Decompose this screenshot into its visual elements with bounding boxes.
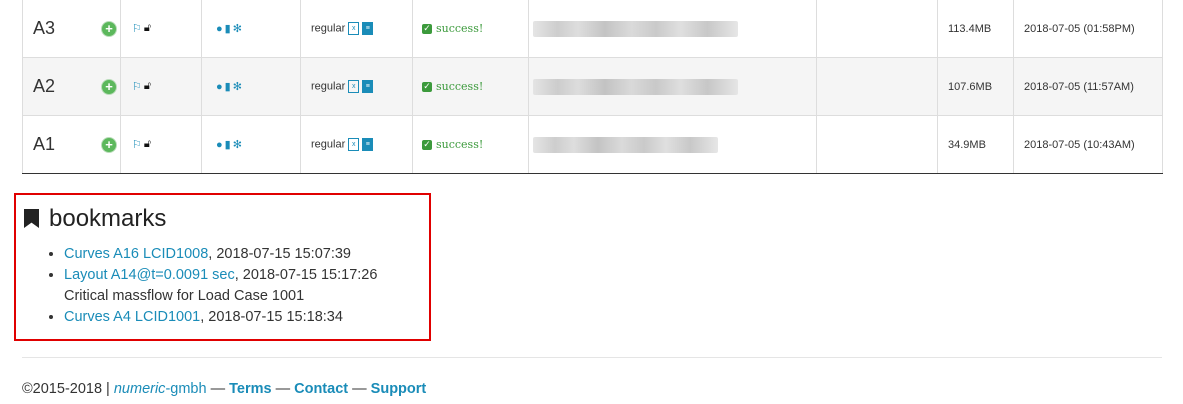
bookmark-timestamp: , 2018-07-15 15:07:39 [208, 246, 351, 262]
cogs-icon[interactable]: ✻ [233, 80, 242, 93]
table-row: A2 + ⚐ 🔓︎ ● ▮ ✻ regular x ≡ ✓ success! 107.6MB … [22, 57, 1163, 116]
footer-dash: — [352, 381, 367, 397]
plus-circle-icon[interactable]: + [101, 78, 117, 95]
redacted-cell [528, 115, 817, 174]
bookmark-link[interactable]: Layout A14@t=0.0091 sec [64, 267, 235, 283]
excel-file-icon[interactable]: x [348, 138, 360, 151]
redacted-text [533, 78, 738, 95]
run-size: 113.4MB [948, 22, 992, 35]
empty-cell [816, 115, 938, 174]
org-name[interactable]: numeric-gmbh [114, 381, 207, 397]
run-type: regular [311, 138, 346, 151]
unlock-icon[interactable]: 🔓︎ [144, 138, 151, 151]
terms-link[interactable]: Terms [229, 381, 271, 397]
copyright-text: ©2015-2018 | [22, 381, 110, 397]
comment-icon[interactable]: ● [216, 23, 223, 35]
text-file-icon[interactable]: ≡ [362, 138, 374, 151]
footer: ©2015-2018 | numeric-gmbh — Terms — Cont… [22, 381, 426, 397]
bookmark-icon [24, 209, 39, 228]
excel-file-icon[interactable]: x [348, 80, 360, 93]
table-row: A3 + ⚐ 🔓︎ ● ▮ ✻ regular x ≡ ✓ success! 113.4MB … [22, 0, 1163, 58]
excel-file-icon[interactable]: x [348, 22, 360, 35]
footer-divider [22, 357, 1162, 358]
bookmark-item: Layout A14@t=0.0091 sec, 2018-07-15 15:1… [64, 265, 377, 307]
runs-table: A3 + ⚐ 🔓︎ ● ▮ ✻ regular x ≡ ✓ success! 113.4MB … [22, 0, 1163, 174]
trash-icon[interactable]: ▮ [225, 80, 231, 93]
bookmark-link[interactable]: Curves A4 LCID1001 [64, 309, 200, 325]
run-size: 34.9MB [948, 138, 986, 151]
bookmarks-heading: bookmarks [24, 205, 166, 233]
flag-icon[interactable]: ⚐ [132, 22, 142, 35]
footer-dash: — [210, 381, 226, 397]
comment-icon[interactable]: ● [216, 81, 223, 93]
support-link[interactable]: Support [371, 381, 427, 397]
table-row: A1 + ⚐ 🔓︎ ● ▮ ✻ regular x ≡ ✓ success! 34.9MB 2… [22, 115, 1163, 174]
run-type: regular [311, 22, 346, 35]
run-name: A1 [33, 134, 56, 154]
flag-icon[interactable]: ⚐ [132, 138, 142, 151]
empty-cell [816, 57, 938, 116]
bookmark-item: Curves A16 LCID1008, 2018-07-15 15:07:39 [64, 244, 377, 265]
redacted-text [533, 20, 738, 37]
plus-circle-icon[interactable]: + [101, 20, 117, 37]
flag-icon[interactable]: ⚐ [132, 80, 142, 93]
check-square-icon: ✓ [422, 24, 432, 34]
footer-dash: — [275, 381, 291, 397]
comment-icon[interactable]: ● [216, 139, 223, 151]
bookmarks-title: bookmarks [49, 205, 167, 232]
run-size: 107.6MB [948, 80, 993, 93]
run-name: A2 [33, 76, 56, 96]
bookmark-timestamp: , 2018-07-15 15:18:34 [200, 309, 343, 325]
unlock-icon[interactable]: 🔓︎ [144, 22, 151, 35]
bookmark-note: Critical massflow for Load Case 1001 [64, 288, 305, 304]
unlock-icon[interactable]: 🔓︎ [144, 80, 151, 93]
text-file-icon[interactable]: ≡ [362, 80, 374, 93]
bookmark-item: Curves A4 LCID1001, 2018-07-15 15:18:34 [64, 307, 377, 328]
trash-icon[interactable]: ▮ [225, 22, 231, 35]
plus-circle-icon[interactable]: + [101, 136, 117, 153]
text-file-icon[interactable]: ≡ [362, 22, 374, 35]
run-date: 2018-07-05 (10:43AM) [1024, 138, 1135, 151]
redacted-cell [528, 0, 817, 58]
bookmarks-list: Curves A16 LCID1008, 2018-07-15 15:07:39… [26, 244, 377, 328]
status-text: success! [436, 22, 484, 35]
check-square-icon: ✓ [422, 140, 432, 150]
cogs-icon[interactable]: ✻ [233, 22, 242, 35]
check-square-icon: ✓ [422, 82, 432, 92]
contact-link[interactable]: Contact [294, 381, 348, 397]
run-type: regular [311, 80, 346, 93]
run-name: A3 [33, 18, 56, 38]
empty-cell [816, 0, 938, 58]
redacted-cell [528, 57, 817, 116]
cogs-icon[interactable]: ✻ [233, 138, 242, 151]
trash-icon[interactable]: ▮ [225, 138, 231, 151]
status-text: success! [436, 138, 484, 151]
status-text: success! [436, 80, 484, 93]
bookmarks-panel: bookmarks Curves A16 LCID1008, 2018-07-1… [14, 193, 431, 341]
bookmark-link[interactable]: Curves A16 LCID1008 [64, 246, 208, 262]
bookmark-timestamp: , 2018-07-15 15:17:26 [234, 267, 378, 283]
run-date: 2018-07-05 (01:58PM) [1024, 22, 1135, 35]
run-date: 2018-07-05 (11:57AM) [1024, 80, 1134, 93]
redacted-text [533, 136, 718, 153]
